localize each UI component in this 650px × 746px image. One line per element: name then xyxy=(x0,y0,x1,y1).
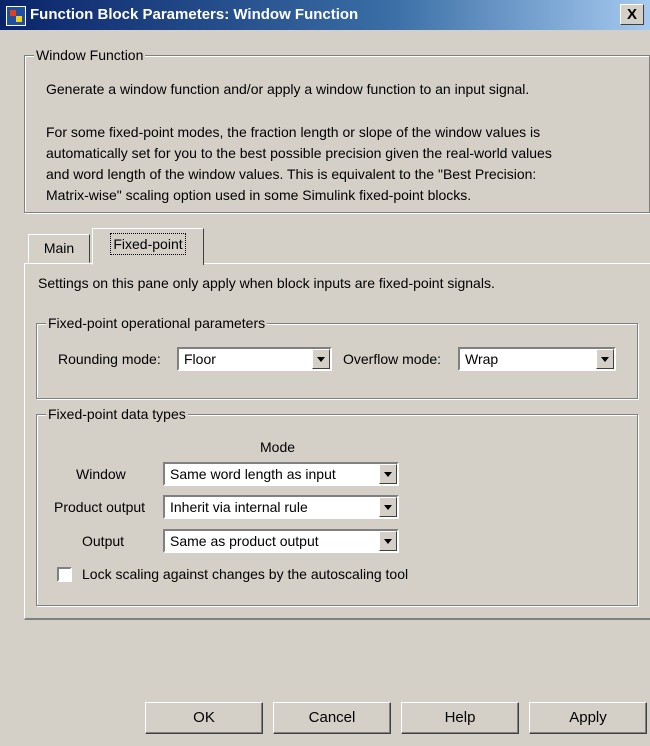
description-paragraph-line: and word length of the window values. Th… xyxy=(46,166,537,182)
chevron-down-icon[interactable] xyxy=(379,531,397,551)
operational-parameters-legend: Fixed-point operational parameters xyxy=(46,313,268,333)
tab-main[interactable]: Main xyxy=(28,234,90,263)
tab-fixed-point[interactable]: Fixed-point xyxy=(92,228,204,265)
lock-scaling-checkbox[interactable] xyxy=(57,567,72,582)
description-group-legend: Window Function xyxy=(34,45,146,65)
close-button[interactable]: X xyxy=(620,4,644,25)
chevron-down-icon[interactable] xyxy=(312,349,330,369)
overflow-mode-value: Wrap xyxy=(465,351,499,367)
tab-fixed-point-label: Fixed-point xyxy=(110,233,186,255)
product-output-type-label: Product output xyxy=(54,499,146,515)
window-type-dropdown[interactable]: Same word length as input xyxy=(163,462,399,486)
mode-column-header: Mode xyxy=(260,439,296,455)
output-type-label: Output xyxy=(82,533,125,549)
apply-button[interactable]: Apply xyxy=(529,702,647,734)
chevron-down-icon[interactable] xyxy=(596,349,614,369)
output-type-value: Same as product output xyxy=(170,533,319,549)
rounding-mode-value: Floor xyxy=(184,351,216,367)
overflow-mode-label: Overflow mode: xyxy=(343,351,442,367)
window-type-label: Window xyxy=(76,466,126,482)
window-type-value: Same word length as input xyxy=(170,466,336,482)
chevron-down-icon[interactable] xyxy=(379,464,397,484)
rounding-mode-dropdown[interactable]: Floor xyxy=(177,347,332,371)
description-line: Generate a window function and/or apply … xyxy=(46,81,530,97)
product-output-type-dropdown[interactable]: Inherit via internal rule xyxy=(163,495,399,519)
output-type-dropdown[interactable]: Same as product output xyxy=(163,529,399,553)
help-button[interactable]: Help xyxy=(401,702,519,734)
rounding-mode-label: Rounding mode: xyxy=(58,351,161,367)
cancel-button[interactable]: Cancel xyxy=(273,702,391,734)
title-bar: Function Block Parameters: Window Functi… xyxy=(0,0,650,30)
fixed-point-intro: Settings on this pane only apply when bl… xyxy=(38,275,495,291)
product-output-type-value: Inherit via internal rule xyxy=(170,499,308,515)
data-types-legend: Fixed-point data types xyxy=(46,404,188,424)
description-paragraph-line: Matrix-wise" scaling option used in some… xyxy=(46,187,472,203)
description-paragraph-line: For some fixed-point modes, the fraction… xyxy=(46,124,541,140)
description-paragraph-line: automatically set for you to the best po… xyxy=(46,145,552,161)
ok-button[interactable]: OK xyxy=(145,702,263,734)
window-title: Function Block Parameters: Window Functi… xyxy=(30,6,359,23)
chevron-down-icon[interactable] xyxy=(379,497,397,517)
tab-main-label: Main xyxy=(43,240,75,256)
overflow-mode-dropdown[interactable]: Wrap xyxy=(458,347,616,371)
lock-scaling-label: Lock scaling against changes by the auto… xyxy=(82,566,409,582)
simulink-block-icon xyxy=(6,6,26,26)
